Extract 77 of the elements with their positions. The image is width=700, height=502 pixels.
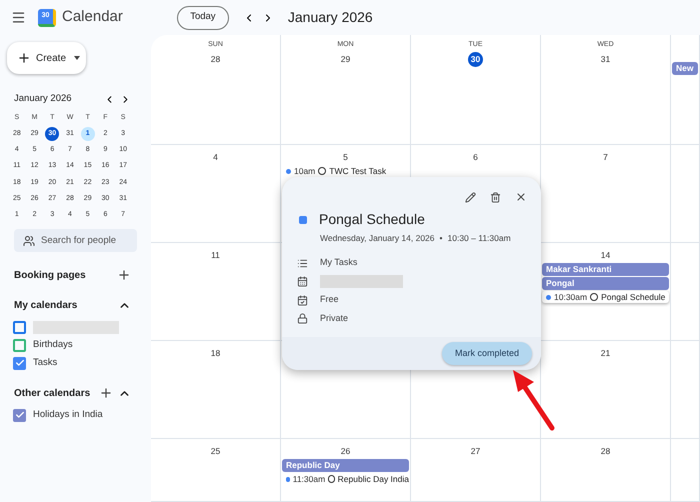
- close-icon[interactable]: [515, 191, 527, 203]
- menu-icon[interactable]: [11, 10, 26, 25]
- event-title: Pongal Schedule: [601, 290, 666, 304]
- day-cell[interactable]: 25: [151, 439, 281, 502]
- calendar-name[interactable]: Tasks: [33, 356, 58, 370]
- pointer-arrow: [513, 370, 554, 430]
- separator-dot: •: [440, 232, 442, 245]
- calendar-icon: [297, 276, 308, 287]
- day-number[interactable]: 28: [598, 444, 613, 459]
- detail-text: Private: [320, 312, 348, 325]
- section-title: My calendars: [14, 298, 78, 313]
- day-cell[interactable]: 14 Makar Sankranti Pongal 10:30am Pongal Schedule: [541, 243, 671, 341]
- add-icon[interactable]: [99, 386, 113, 400]
- day-number[interactable]: 25: [208, 444, 223, 459]
- mark-completed-button[interactable]: Mark completed: [442, 342, 532, 365]
- day-number[interactable]: 4: [208, 150, 223, 165]
- task-event[interactable]: 10:30am Pongal Schedule: [542, 291, 669, 303]
- day-cell[interactable]: 18: [151, 341, 281, 439]
- delete-icon[interactable]: [490, 192, 501, 202]
- event-time: 10:30 – 11:30am: [448, 232, 511, 245]
- add-icon[interactable]: [117, 268, 131, 282]
- current-period: January 2026: [288, 8, 373, 27]
- event-title: Republic Day India: [338, 472, 409, 486]
- search-field[interactable]: Search for people: [14, 229, 137, 252]
- calendar-check-icon: [297, 294, 308, 306]
- day-number[interactable]: 14: [598, 248, 613, 263]
- caret-icon: [74, 56, 80, 60]
- day-cell[interactable]: [671, 439, 700, 502]
- detail-text: My Tasks: [320, 256, 358, 270]
- task-event[interactable]: 11:30am Republic Day India: [282, 473, 409, 485]
- calendar-name[interactable]: Birthdays: [33, 338, 73, 352]
- event-time: 10:30am: [554, 290, 588, 304]
- day-number[interactable]: 11: [208, 248, 223, 263]
- day-number[interactable]: 29: [338, 52, 353, 66]
- day-number[interactable]: 5: [338, 150, 353, 165]
- search-input[interactable]: Search for people: [41, 234, 131, 248]
- event-time: 11:30am: [292, 472, 326, 486]
- day-cell[interactable]: [671, 145, 700, 243]
- day-cell[interactable]: [671, 243, 700, 341]
- checkbox[interactable]: [13, 356, 26, 370]
- lock-icon: [297, 313, 308, 324]
- day-number[interactable]: 28: [208, 52, 223, 66]
- day-number[interactable]: 6: [468, 150, 483, 165]
- day-number[interactable]: 7: [598, 150, 613, 165]
- day-cell[interactable]: 26 Republic Day 11:30am Republic Day India: [281, 439, 411, 502]
- day-cell[interactable]: 4: [151, 145, 281, 243]
- day-cell[interactable]: 21: [541, 341, 671, 439]
- calendar-name[interactable]: Holidays in India: [33, 408, 103, 422]
- day-number[interactable]: 27: [468, 444, 483, 459]
- list-icon: [297, 258, 308, 268]
- day-number[interactable]: 21: [598, 346, 613, 361]
- checkbox[interactable]: [13, 408, 26, 422]
- day-cell[interactable]: [671, 341, 700, 439]
- mini-calendar-title: January 2026: [14, 92, 73, 106]
- event-time: 10am: [294, 164, 316, 178]
- day-cell[interactable]: 27: [411, 439, 541, 502]
- people-icon: [23, 234, 35, 247]
- event-title: TWC Test Task: [329, 164, 386, 178]
- app-title: Calendar: [62, 7, 123, 28]
- day-number[interactable]: 31: [598, 52, 613, 66]
- plus-icon: [17, 51, 31, 65]
- day-number[interactable]: 18: [208, 346, 223, 361]
- edit-icon[interactable]: [465, 192, 476, 202]
- create-button[interactable]: Create: [7, 42, 86, 74]
- day-cell[interactable]: 11: [151, 243, 281, 341]
- event-date: Wednesday, January 14, 2026: [320, 232, 435, 245]
- checkbox[interactable]: [13, 320, 26, 334]
- day-cell[interactable]: 28: [541, 439, 671, 502]
- section-title: Booking pages: [14, 268, 87, 283]
- detail-text: Free: [320, 293, 339, 306]
- section-title: Other calendars: [14, 386, 92, 401]
- checkbox[interactable]: [13, 338, 26, 352]
- day-number[interactable]: 30: [468, 52, 483, 66]
- event-title: Pongal Schedule: [319, 210, 425, 229]
- day-number[interactable]: 26: [338, 444, 353, 459]
- today-button[interactable]: Today: [176, 6, 229, 30]
- task-event[interactable]: 10am TWC Test Task: [282, 165, 409, 177]
